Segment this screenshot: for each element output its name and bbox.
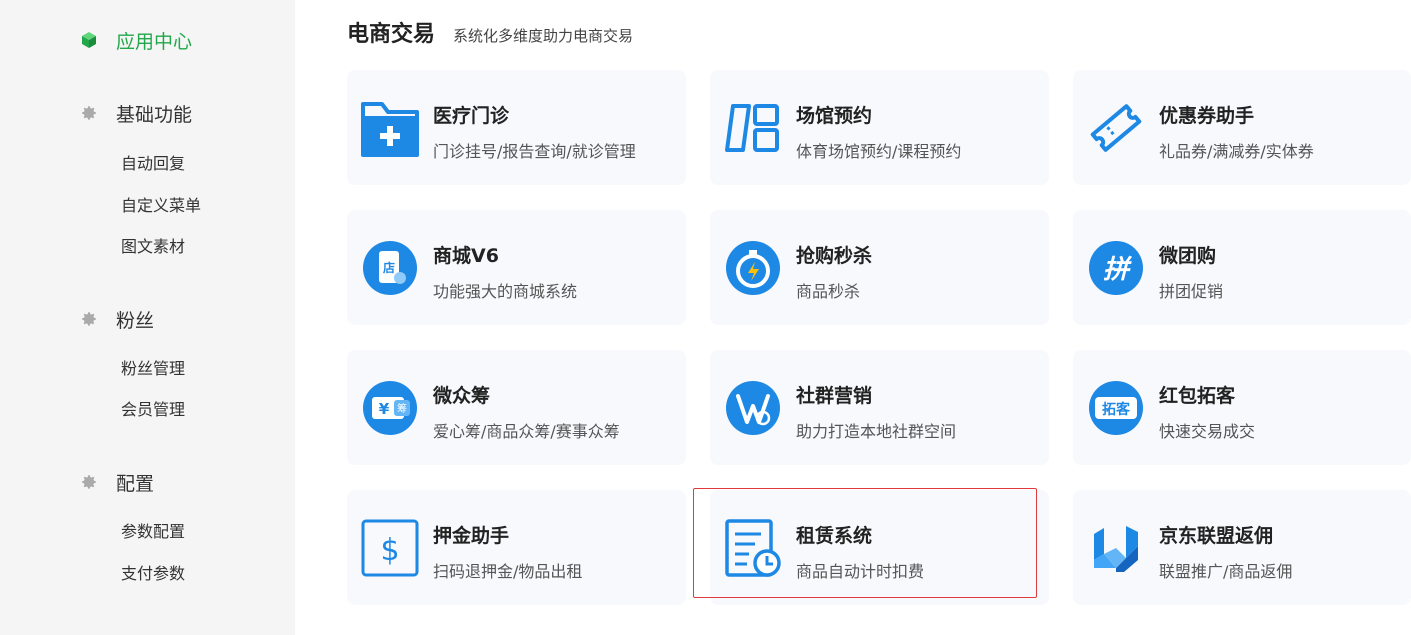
card-description: 拼团促销 [1159, 282, 1224, 301]
sidebar-group-basic: 基础功能 自动回复 自定义菜单 图文素材 [80, 100, 201, 256]
card-description: 商品自动计时扣费 [796, 562, 925, 581]
sidebar-item-param-config[interactable]: 参数配置 [121, 518, 185, 542]
sidebar-group-title: 配置 [116, 472, 155, 495]
jd-union-icon [1094, 526, 1138, 572]
group-buy-icon: 拼 [1089, 241, 1143, 295]
app-card-community-marketing[interactable]: 社群营销 助力打造本地社群空间 [710, 350, 1049, 465]
sidebar-item-media[interactable]: 图文素材 [121, 233, 185, 257]
sidebar-group-header-fans[interactable]: 粉丝 [80, 306, 154, 332]
app-card-group-buy[interactable]: 拼 微团购 拼团促销 [1073, 210, 1411, 325]
sidebar-group-header-basic[interactable]: 基础功能 [80, 100, 192, 126]
card-description: 门诊挂号/报告查询/就诊管理 [433, 142, 636, 161]
svg-text:拼: 拼 [1103, 255, 1133, 285]
deposit-dollar-icon: $ [361, 519, 419, 577]
card-title: 微众筹 [433, 385, 491, 407]
app-card-mall-v6[interactable]: 店 商城V6 功能强大的商城系统 [347, 210, 686, 325]
card-title: 抢购秒杀 [796, 245, 873, 267]
card-description: 爱心筹/商品众筹/赛事众筹 [433, 422, 620, 441]
card-title: 红包拓客 [1159, 385, 1236, 407]
card-description: 联盟推广/商品返佣 [1159, 562, 1293, 581]
card-description: 商品秒杀 [796, 282, 861, 301]
section-header: 电商交易 系统化多维度助力电商交易 [347, 16, 633, 48]
card-description: 扫码退押金/物品出租 [433, 562, 583, 581]
community-icon [726, 381, 780, 435]
card-title: 医疗门诊 [433, 105, 510, 127]
sidebar-item-member-management[interactable]: 会员管理 [121, 396, 185, 420]
main-content: 电商交易 系统化多维度助力电商交易 医疗门诊 门诊挂号/报告查询/就诊管理 场馆… [295, 0, 1411, 635]
section-title: 电商交易 [347, 22, 436, 47]
card-description: 快速交易成交 [1159, 422, 1256, 441]
sidebar-item-auto-reply[interactable]: 自动回复 [121, 150, 185, 174]
venue-icon [725, 104, 779, 152]
card-title: 社群营销 [796, 385, 873, 407]
app-card-coupon[interactable]: 优惠券助手 礼品券/满减券/实体券 [1073, 70, 1411, 185]
svg-text:店: 店 [383, 260, 395, 275]
sidebar-group-header-config[interactable]: 配置 [80, 469, 154, 495]
app-card-crowdfunding[interactable]: ¥ 筹 微众筹 爱心筹/商品众筹/赛事众筹 [347, 350, 686, 465]
gear-icon [82, 106, 96, 120]
gear-icon [82, 312, 96, 326]
card-description: 功能强大的商城系统 [433, 282, 578, 301]
store-phone-icon: 店 [363, 241, 417, 295]
sidebar-group-config: 配置 参数配置 支付参数 [80, 469, 185, 583]
card-title: 商城V6 [433, 245, 499, 267]
app-card-rental[interactable]: 租赁系统 商品自动计时扣费 [710, 490, 1049, 605]
app-card-red-packet[interactable]: 拓客 红包拓客 快速交易成交 [1073, 350, 1411, 465]
svg-text:筹: 筹 [397, 402, 407, 415]
sidebar-group-title: 基础功能 [116, 103, 193, 126]
crowdfunding-icon: ¥ 筹 [363, 381, 417, 435]
app-card-jd-union[interactable]: 京东联盟返佣 联盟推广/商品返佣 [1073, 490, 1411, 605]
app-card-flash-sale[interactable]: 抢购秒杀 商品秒杀 [710, 210, 1049, 325]
rental-doc-clock-icon [725, 519, 781, 577]
card-title: 场馆预约 [796, 105, 873, 127]
card-title: 租赁系统 [796, 525, 873, 547]
tuoke-icon: 拓客 [1089, 381, 1143, 435]
card-description: 体育场馆预约/课程预约 [796, 142, 962, 161]
card-description: 礼品券/满减券/实体券 [1159, 142, 1314, 161]
sidebar-item-payment-params[interactable]: 支付参数 [121, 560, 185, 584]
sidebar-item-label: 应用中心 [116, 30, 193, 53]
gear-icon [82, 475, 96, 489]
svg-text:¥: ¥ [379, 400, 390, 418]
sidebar-item-fan-management[interactable]: 粉丝管理 [121, 355, 185, 379]
app-card-venue[interactable]: 场馆预约 体育场馆预约/课程预约 [710, 70, 1049, 185]
card-title: 微团购 [1159, 245, 1217, 267]
svg-text:拓客: 拓客 [1102, 401, 1131, 418]
app-card-deposit[interactable]: $ 押金助手 扫码退押金/物品出租 [347, 490, 686, 605]
sidebar-item-custom-menu[interactable]: 自定义菜单 [121, 192, 201, 216]
clinic-folder-icon [361, 102, 419, 157]
card-title: 押金助手 [433, 525, 510, 547]
sidebar-group-fans: 粉丝 粉丝管理 会员管理 [80, 306, 185, 419]
sidebar: 应用中心 基础功能 自动回复 自定义菜单 图文素材 粉丝 粉丝管理 会员管理 配… [0, 0, 295, 635]
ticket-icon [1090, 104, 1142, 152]
cube-icon [82, 32, 96, 48]
card-title: 优惠券助手 [1159, 105, 1255, 127]
sidebar-group-title: 粉丝 [116, 309, 155, 332]
stopwatch-icon [726, 241, 780, 295]
card-description: 助力打造本地社群空间 [796, 422, 957, 441]
card-title: 京东联盟返佣 [1159, 525, 1274, 547]
sidebar-item-app-center[interactable]: 应用中心 [80, 27, 192, 53]
svg-text:$: $ [380, 533, 399, 568]
section-subtitle: 系统化多维度助力电商交易 [453, 27, 634, 45]
app-card-clinic[interactable]: 医疗门诊 门诊挂号/报告查询/就诊管理 [347, 70, 686, 185]
